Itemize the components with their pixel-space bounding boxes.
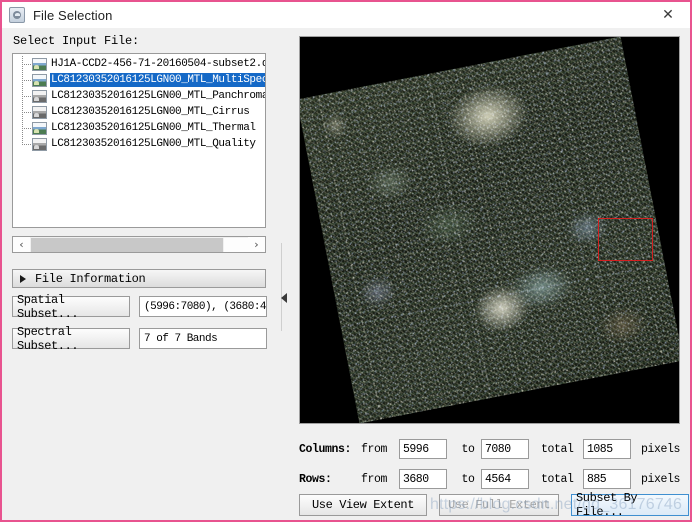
list-item[interactable]: LC81230352016125LGN00_MTL_MultiSpect xyxy=(13,72,265,88)
scroll-right-icon[interactable]: › xyxy=(248,237,265,252)
columns-total-label: total xyxy=(541,442,574,456)
scrollbar-track[interactable] xyxy=(224,237,248,252)
title-bar: File Selection ✕ xyxy=(2,2,690,28)
columns-total-input[interactable]: 1085 xyxy=(583,439,631,459)
spatial-subset-value: (5996:7080), (3680:4564) xyxy=(139,296,267,317)
tree-elbow xyxy=(22,64,31,65)
input-file-list[interactable]: HJ1A-CCD2-456-71-20160504-subset2.da LC8… xyxy=(12,53,266,228)
file-tree: HJ1A-CCD2-456-71-20160504-subset2.da LC8… xyxy=(13,54,265,152)
left-panel: Select Input File: HJ1A-CCD2-456-71-2016… xyxy=(4,28,276,520)
rows-to-input[interactable]: 4564 xyxy=(481,469,529,489)
window-title: File Selection xyxy=(33,7,113,23)
list-item[interactable]: LC81230352016125LGN00_MTL_Thermal xyxy=(13,120,265,136)
panel-splitter[interactable] xyxy=(278,28,290,520)
rows-total-input[interactable]: 885 xyxy=(583,469,631,489)
image-file-icon xyxy=(32,73,47,87)
rows-from-label: from xyxy=(361,472,388,486)
file-name: HJ1A-CCD2-456-71-20160504-subset2.da xyxy=(51,58,266,70)
image-file-icon xyxy=(32,121,47,135)
tree-elbow xyxy=(22,128,31,129)
rows-total-label: total xyxy=(541,472,574,486)
file-name: LC81230352016125LGN00_MTL_Quality xyxy=(51,138,256,150)
file-name: LC81230352016125LGN00_MTL_Panchromat xyxy=(51,90,266,102)
scene-preview[interactable] xyxy=(299,36,680,424)
list-item[interactable]: LC81230352016125LGN00_MTL_Cirrus xyxy=(13,104,265,120)
image-file-icon xyxy=(32,137,47,151)
columns-label: Columns: xyxy=(299,442,352,456)
use-full-extent-button: Use Full Extent xyxy=(439,494,559,516)
columns-to-label: to xyxy=(461,442,475,456)
app-icon xyxy=(9,7,25,23)
spectral-subset-button[interactable]: Spectral Subset... xyxy=(12,325,130,353)
columns-row: Columns: from 5996 to 7080 total 1085 pi… xyxy=(299,438,680,460)
scrollbar-thumb[interactable] xyxy=(31,237,223,252)
file-name: LC81230352016125LGN00_MTL_Thermal xyxy=(51,122,256,134)
spectral-subset-value: 7 of 7 Bands xyxy=(139,328,267,349)
rows-pixels-label: pixels xyxy=(641,472,681,486)
right-panel: Columns: from 5996 to 7080 total 1085 pi… xyxy=(290,28,690,520)
image-file-icon xyxy=(32,57,47,71)
scroll-left-icon[interactable]: ‹ xyxy=(13,237,30,252)
chevron-right-icon xyxy=(20,274,26,283)
rows-from-input[interactable]: 3680 xyxy=(399,469,447,489)
columns-pixels-label: pixels xyxy=(641,442,681,456)
close-icon[interactable]: ✕ xyxy=(646,2,690,28)
tree-elbow xyxy=(22,80,31,81)
file-name: LC81230352016125LGN00_MTL_MultiSpect xyxy=(50,73,265,87)
list-item[interactable]: LC81230352016125LGN00_MTL_Panchromat xyxy=(13,88,265,104)
image-file-icon xyxy=(32,105,47,119)
list-item[interactable]: HJ1A-CCD2-456-71-20160504-subset2.da xyxy=(13,56,265,72)
columns-from-input[interactable]: 5996 xyxy=(399,439,447,459)
file-name: LC81230352016125LGN00_MTL_Cirrus xyxy=(51,106,250,118)
spectral-subset-row: Spectral Subset... 7 of 7 Bands xyxy=(12,325,267,353)
spatial-subset-button[interactable]: Spatial Subset... xyxy=(12,293,130,321)
spatial-subset-row: Spatial Subset... (5996:7080), (3680:456… xyxy=(12,293,267,321)
list-item[interactable]: LC81230352016125LGN00_MTL_Quality xyxy=(13,136,265,152)
tree-line xyxy=(22,136,23,144)
tree-elbow xyxy=(22,112,31,113)
collapse-left-icon[interactable] xyxy=(281,293,287,303)
image-file-icon xyxy=(32,89,47,103)
file-selection-dialog: File Selection ✕ Select Input File: HJ1A… xyxy=(0,0,692,522)
select-input-file-label: Select Input File: xyxy=(13,34,140,48)
extent-action-buttons: Use View Extent Use Full Extent Subset B… xyxy=(299,491,689,519)
subset-selection-rectangle[interactable] xyxy=(598,218,653,261)
columns-to-input[interactable]: 7080 xyxy=(481,439,529,459)
rows-row: Rows: from 3680 to 4564 total 885 pixels xyxy=(299,468,680,490)
file-list-horizontal-scrollbar[interactable]: ‹ › xyxy=(12,236,266,253)
subset-by-file-button[interactable]: Subset By File... xyxy=(571,491,689,519)
use-view-extent-button[interactable]: Use View Extent xyxy=(299,494,427,516)
file-information-expander[interactable]: File Information xyxy=(12,269,266,288)
tree-elbow xyxy=(22,144,31,145)
tree-elbow xyxy=(22,96,31,97)
rows-to-label: to xyxy=(461,472,475,486)
file-information-label: File Information xyxy=(35,271,146,286)
rows-label: Rows: xyxy=(299,472,332,486)
columns-from-label: from xyxy=(361,442,388,456)
